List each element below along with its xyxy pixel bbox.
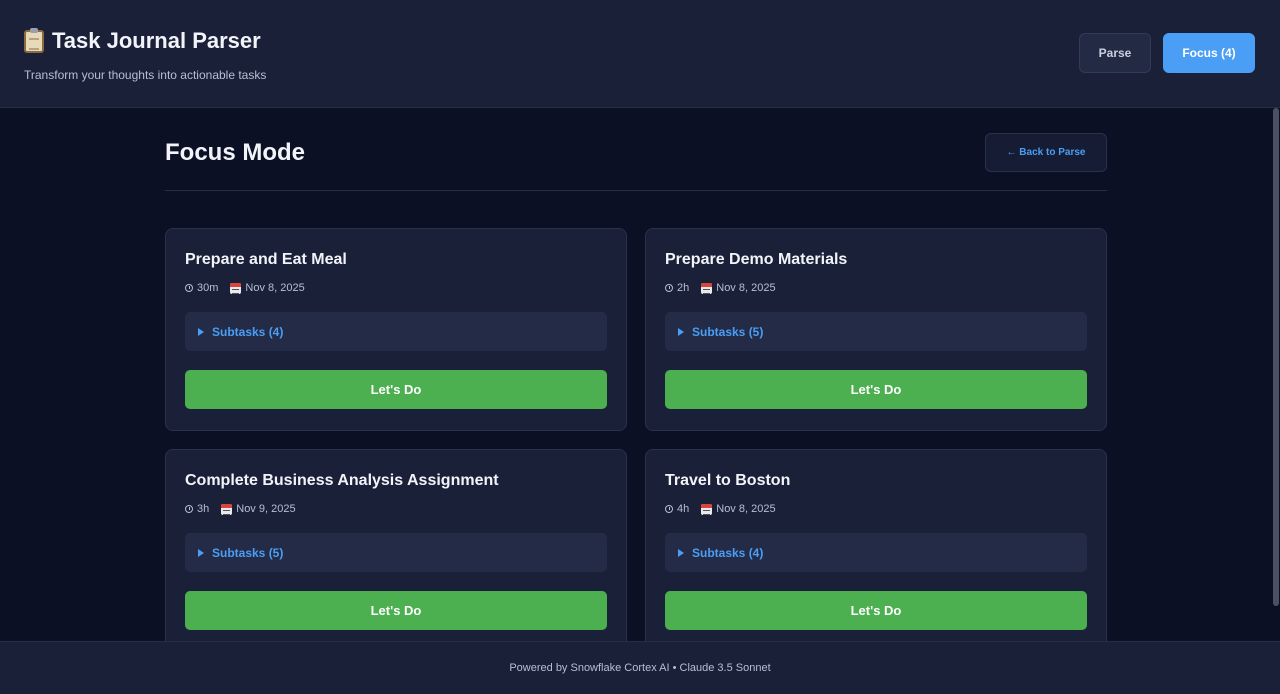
subtasks-label: Subtasks (4): [212, 324, 284, 339]
triangle-right-icon: [678, 327, 684, 336]
app-header: Task Journal Parser Transform your thoug…: [0, 0, 1280, 108]
task-duration-value: 3h: [197, 503, 210, 515]
scrollbar-thumb[interactable]: [1273, 108, 1279, 606]
triangle-right-icon: [198, 548, 204, 557]
calendar-icon: [230, 282, 242, 294]
task-title: Complete Business Analysis Assignment: [185, 472, 499, 489]
lets-do-button[interactable]: Let's Do: [665, 591, 1087, 630]
task-duration-value: 4h: [677, 503, 690, 515]
task-card-grid: Prepare and Eat Meal 30m Nov 8, 2025 Sub…: [165, 228, 1107, 641]
task-meta: 3h Nov 9, 2025: [185, 503, 607, 515]
footer-text: Powered by Snowflake Cortex AI • Claude …: [509, 662, 771, 674]
task-meta: 30m Nov 8, 2025: [185, 282, 607, 294]
stopwatch-icon: [665, 284, 673, 292]
app-footer: Powered by Snowflake Cortex AI • Claude …: [0, 641, 1280, 694]
task-duration: 3h: [185, 503, 209, 515]
task-date: Nov 8, 2025: [701, 503, 776, 515]
task-date-value: Nov 8, 2025: [716, 282, 776, 294]
task-duration: 30m: [185, 282, 218, 294]
focus-button[interactable]: Focus (4): [1163, 33, 1255, 73]
stopwatch-icon: [185, 284, 193, 292]
task-title: Prepare Demo Materials: [665, 251, 848, 268]
task-title: Prepare and Eat Meal: [185, 251, 347, 268]
task-card: Prepare and Eat Meal 30m Nov 8, 2025 Sub…: [165, 228, 627, 431]
lets-do-button[interactable]: Let's Do: [185, 591, 607, 630]
task-date: Nov 8, 2025: [230, 282, 305, 294]
lets-do-button[interactable]: Let's Do: [665, 370, 1087, 409]
subtasks-toggle[interactable]: Subtasks (5): [665, 312, 1087, 351]
task-date-value: Nov 8, 2025: [245, 282, 305, 294]
clipboard-icon: [24, 27, 44, 53]
task-date: Nov 8, 2025: [701, 282, 776, 294]
stopwatch-icon: [665, 505, 673, 513]
task-card: Prepare Demo Materials 2h Nov 8, 2025 Su…: [645, 228, 1107, 431]
task-date: Nov 9, 2025: [221, 503, 296, 515]
brand: Task Journal Parser Transform your thoug…: [24, 27, 267, 82]
task-duration-value: 2h: [677, 282, 690, 294]
subtasks-label: Subtasks (5): [212, 545, 284, 560]
task-duration-value: 30m: [197, 282, 219, 294]
app-title-row: Task Journal Parser: [24, 27, 266, 54]
app-title: Task Journal Parser: [52, 28, 261, 53]
parse-button[interactable]: Parse: [1079, 33, 1151, 73]
calendar-icon: [701, 282, 713, 294]
task-meta: 4h Nov 8, 2025: [665, 503, 1087, 515]
subtasks-toggle[interactable]: Subtasks (4): [185, 312, 607, 351]
app-subtitle: Transform your thoughts into actionable …: [24, 68, 267, 82]
task-meta: 2h Nov 8, 2025: [665, 282, 1087, 294]
task-date-value: Nov 9, 2025: [236, 503, 296, 515]
subtasks-label: Subtasks (4): [692, 545, 764, 560]
task-duration: 4h: [665, 503, 689, 515]
task-card: Travel to Boston 4h Nov 8, 2025 Subtasks…: [645, 449, 1107, 641]
calendar-icon: [221, 503, 233, 515]
task-date-value: Nov 8, 2025: [716, 503, 776, 515]
lets-do-button[interactable]: Let's Do: [185, 370, 607, 409]
header-actions: Parse Focus (4): [1079, 33, 1255, 73]
focus-header: Focus Mode ← Back to Parse: [165, 108, 1107, 191]
subtasks-toggle[interactable]: Subtasks (4): [665, 533, 1087, 572]
task-card: Complete Business Analysis Assignment 3h…: [165, 449, 627, 641]
subtasks-label: Subtasks (5): [692, 324, 764, 339]
task-title: Travel to Boston: [665, 472, 791, 489]
focus-mode-panel: Focus Mode ← Back to Parse Prepare and E…: [165, 108, 1107, 641]
triangle-right-icon: [198, 327, 204, 336]
subtasks-toggle[interactable]: Subtasks (5): [185, 533, 607, 572]
task-duration: 2h: [665, 282, 689, 294]
page-title: Focus Mode: [165, 139, 306, 166]
back-to-parse-button[interactable]: ← Back to Parse: [985, 133, 1107, 172]
stopwatch-icon: [185, 505, 193, 513]
calendar-icon: [701, 503, 713, 515]
triangle-right-icon: [678, 548, 684, 557]
